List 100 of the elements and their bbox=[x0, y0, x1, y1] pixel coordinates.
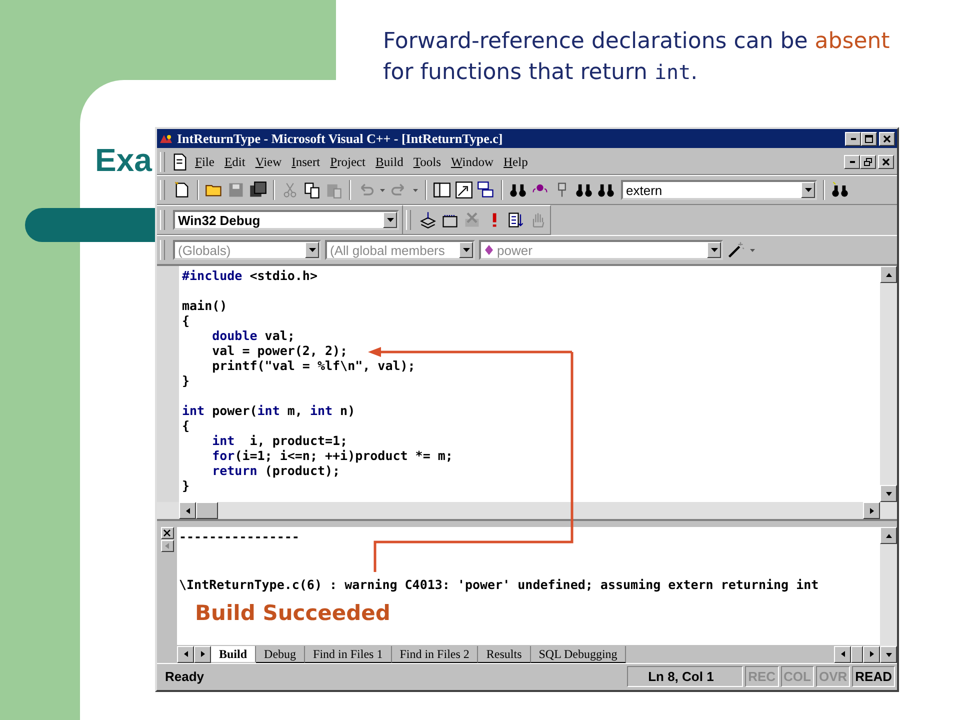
scroll-right-button[interactable] bbox=[863, 502, 880, 519]
maximize-button[interactable] bbox=[861, 132, 877, 146]
pin-button[interactable] bbox=[160, 540, 174, 552]
binoculars-icon[interactable] bbox=[831, 181, 849, 199]
scroll-left-button[interactable] bbox=[834, 646, 851, 662]
arrow-up-icon bbox=[886, 272, 892, 278]
separator-line: ---------------- bbox=[179, 529, 300, 545]
horizontal-scrollbar[interactable] bbox=[157, 502, 897, 521]
document-icon bbox=[171, 153, 189, 171]
close-icon bbox=[163, 529, 171, 537]
scroll-right-button[interactable] bbox=[194, 646, 211, 662]
arrow-right-icon bbox=[868, 508, 874, 514]
arrow-down-icon bbox=[886, 652, 892, 658]
caret-icon bbox=[710, 248, 718, 252]
code-line: int power(int m, int n) bbox=[182, 403, 356, 418]
new-file-icon[interactable] bbox=[173, 181, 191, 199]
code-line: printf("val = %lf\n", val); bbox=[211, 358, 416, 373]
code-line: } bbox=[182, 478, 191, 493]
arrow-icon bbox=[163, 542, 171, 550]
menu-item[interactable]: Build bbox=[372, 154, 408, 170]
scroll-thumb[interactable] bbox=[851, 646, 863, 662]
scroll-up-button[interactable] bbox=[880, 527, 897, 544]
menu-item[interactable]: View bbox=[251, 154, 286, 170]
list-icon[interactable] bbox=[507, 211, 525, 229]
slide-caption: Forward-reference declarations can be absent for functions that return int. bbox=[383, 28, 891, 87]
scroll-up-button[interactable] bbox=[880, 266, 897, 283]
build-note: Build Succeeded bbox=[195, 601, 392, 625]
code-line: val = power(2, 2); bbox=[211, 343, 349, 358]
search-combo[interactable]: extern bbox=[621, 180, 817, 200]
windows-icon[interactable] bbox=[477, 181, 495, 199]
scroll-right-button[interactable] bbox=[863, 646, 880, 662]
scroll-down-button[interactable] bbox=[880, 485, 897, 502]
output-tab[interactable]: Results bbox=[478, 646, 531, 662]
output-tab[interactable]: Build bbox=[211, 646, 256, 662]
app-icon bbox=[159, 132, 173, 144]
menu-item[interactable]: Project bbox=[326, 154, 370, 170]
minimize-button[interactable] bbox=[844, 155, 860, 169]
status-message: Ready bbox=[164, 668, 206, 684]
dropdown-button[interactable] bbox=[383, 212, 397, 228]
output-tab[interactable]: Find in Files 1 bbox=[305, 646, 392, 662]
arrow-up-icon bbox=[886, 532, 892, 538]
code-line: } bbox=[182, 373, 191, 388]
menu-item[interactable]: Insert bbox=[288, 154, 324, 170]
code-line: { bbox=[182, 313, 191, 328]
dropdown-button[interactable] bbox=[305, 242, 319, 258]
minimize-button[interactable] bbox=[845, 132, 861, 146]
dropdown-button[interactable] bbox=[801, 182, 815, 198]
menu-item[interactable]: Tools bbox=[409, 154, 445, 170]
pointer-icon[interactable] bbox=[455, 181, 473, 199]
close-button[interactable] bbox=[879, 132, 895, 146]
arrow-left-icon bbox=[184, 508, 190, 514]
scroll-left-button[interactable] bbox=[177, 646, 194, 662]
close-icon bbox=[882, 158, 890, 166]
wizard-combo[interactable]: (Globals) bbox=[173, 240, 321, 260]
dropdown-button[interactable] bbox=[459, 242, 473, 258]
scroll-thumb[interactable] bbox=[196, 502, 218, 519]
menu-item[interactable]: Window bbox=[446, 154, 498, 170]
slide-title: Exa bbox=[95, 142, 152, 179]
window-title: IntReturnType - Microsoft Visual C++ - [IntReturnType.c] bbox=[177, 130, 504, 146]
arrow-right-icon bbox=[200, 651, 206, 657]
copy-icon[interactable] bbox=[303, 181, 321, 199]
caret-icon bbox=[804, 188, 812, 192]
caret-icon bbox=[386, 218, 394, 222]
code-line: int i, product=1; bbox=[211, 433, 349, 448]
window-icon[interactable] bbox=[433, 181, 451, 199]
caret-icon bbox=[462, 248, 470, 252]
dropdown-button[interactable] bbox=[707, 242, 721, 258]
vertical-scrollbar[interactable] bbox=[880, 266, 897, 502]
minimize-icon bbox=[850, 161, 854, 163]
wizard-combo[interactable]: (All global members bbox=[325, 240, 475, 260]
disks-icon[interactable] bbox=[249, 181, 267, 199]
caret-icon bbox=[308, 248, 316, 252]
arrow-left-icon bbox=[840, 651, 846, 657]
warning-message: \IntReturnType.c(6) : warning C4013: 'power' undefined; assuming extern returning int bbox=[179, 577, 820, 593]
scroll-down-button[interactable] bbox=[880, 646, 897, 663]
close-button[interactable] bbox=[878, 155, 894, 169]
minimize-icon bbox=[850, 138, 856, 140]
vertical-scrollbar[interactable] bbox=[880, 527, 897, 663]
code-line: double val; bbox=[211, 328, 296, 343]
magic-wand-icon[interactable] bbox=[727, 241, 745, 259]
close-button[interactable] bbox=[160, 527, 174, 539]
code-line: for(i=1; i<=n; ++i)product *= m; bbox=[211, 448, 454, 463]
output-tab[interactable]: SQL Debugging bbox=[530, 646, 626, 662]
maximize-icon bbox=[865, 134, 873, 142]
cursor-position: Ln 8, Col 1 bbox=[627, 666, 744, 686]
close-icon bbox=[883, 134, 891, 142]
menu-item[interactable]: Edit bbox=[220, 154, 250, 170]
restore-button[interactable] bbox=[860, 155, 876, 169]
output-tab[interactable]: Debug bbox=[256, 646, 306, 662]
stack-icon[interactable] bbox=[419, 211, 437, 229]
menu-item[interactable]: Help bbox=[500, 154, 532, 170]
menu-item[interactable]: File bbox=[191, 154, 218, 170]
configuration-combo[interactable]: Win32 Debug bbox=[173, 210, 399, 230]
status-indicator: READ bbox=[852, 666, 895, 686]
restore-icon bbox=[864, 158, 872, 166]
output-tab[interactable]: Find in Files 2 bbox=[392, 646, 478, 662]
scroll-left-button[interactable] bbox=[179, 502, 196, 519]
code-line: return (product); bbox=[211, 463, 342, 478]
arrow-right-icon bbox=[868, 651, 874, 657]
wizard-combo[interactable]: power bbox=[479, 240, 723, 260]
